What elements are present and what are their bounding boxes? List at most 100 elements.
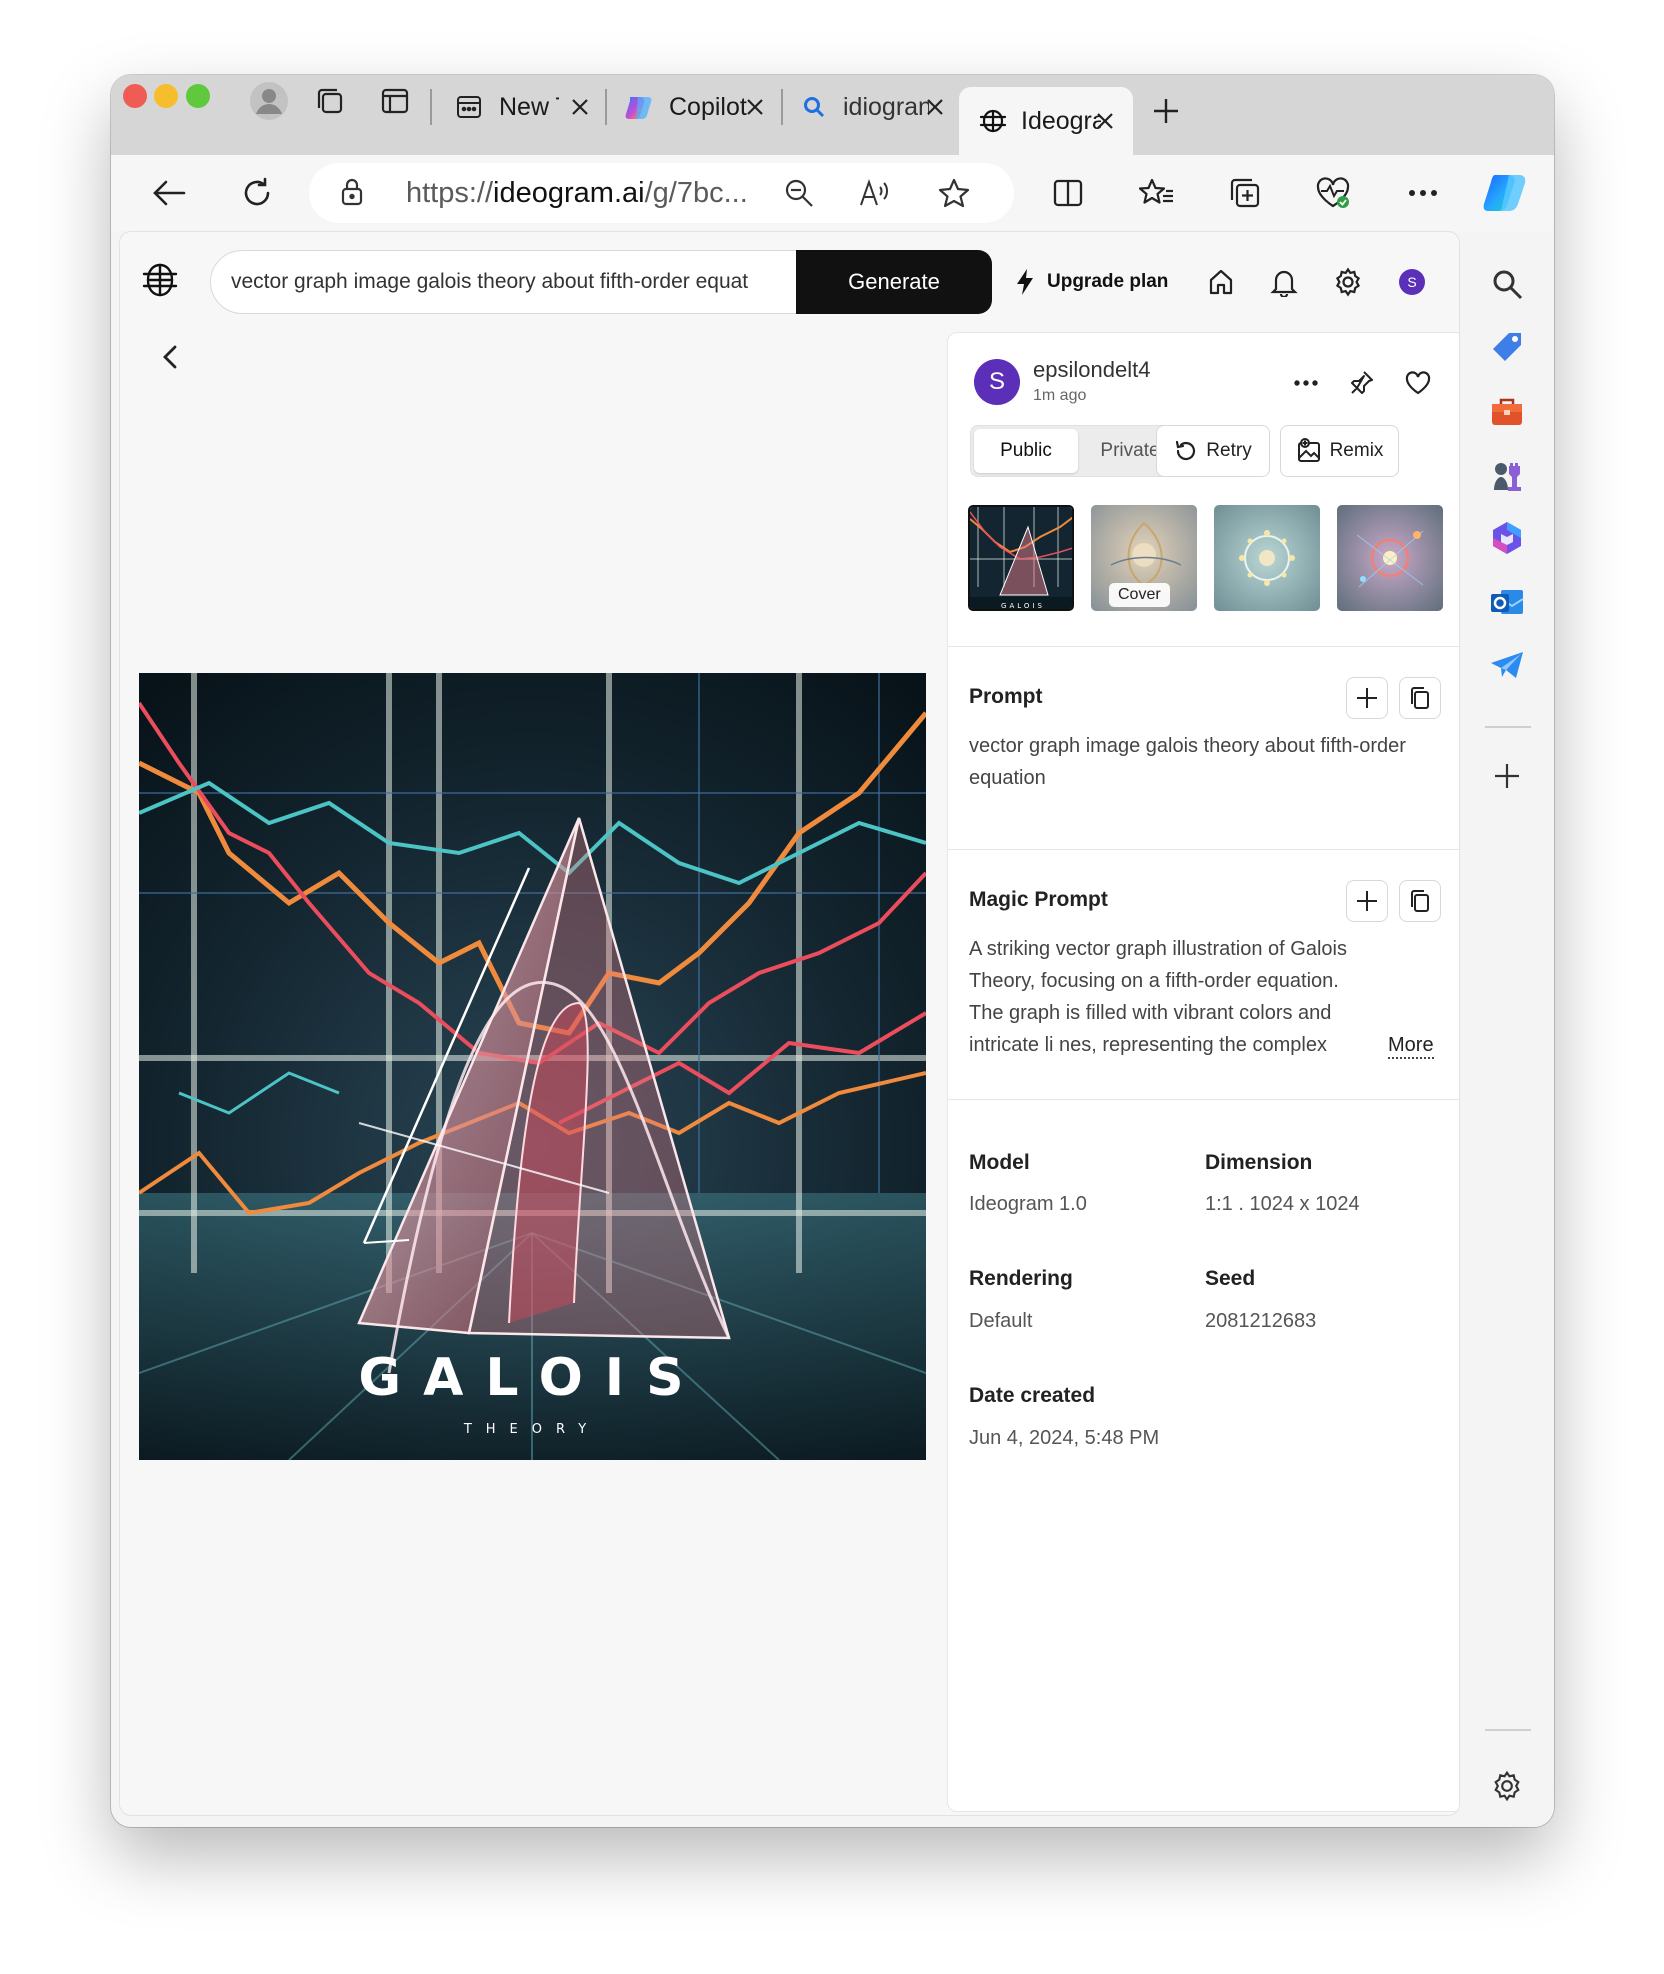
shopping-tag-icon[interactable]	[1484, 325, 1530, 371]
close-tab-icon[interactable]	[921, 93, 949, 121]
new-tab-icon	[453, 91, 485, 123]
new-tab-button[interactable]	[1144, 89, 1188, 133]
favorites-button[interactable]	[1131, 167, 1183, 219]
visibility-public-option[interactable]: Public	[974, 429, 1078, 473]
variation-thumbnail[interactable]: Cover	[1091, 505, 1197, 611]
tab-label: Ideogra	[1021, 106, 1101, 135]
more-options-icon[interactable]	[1286, 363, 1326, 403]
upgrade-plan-button[interactable]: Upgrade plan	[1015, 258, 1168, 306]
svg-text:GALOIS: GALOIS	[1001, 602, 1045, 610]
tab-new-tab[interactable]: New Ta	[439, 75, 604, 139]
browser-window: New Ta Copilot idiogran	[111, 75, 1554, 1827]
copy-prompt-icon[interactable]	[1399, 677, 1441, 719]
tools-briefcase-icon[interactable]	[1484, 389, 1530, 435]
copilot-sidebar-button[interactable]	[1477, 163, 1537, 223]
copy-magic-prompt-icon[interactable]	[1399, 880, 1441, 922]
notification-bell-icon[interactable]	[1262, 260, 1306, 304]
prompt-input[interactable]: vector graph image galois theory about f…	[210, 250, 796, 314]
retry-label: Retry	[1206, 440, 1252, 461]
user-avatar[interactable]: S	[1390, 260, 1434, 304]
creator-avatar[interactable]: S	[974, 359, 1020, 405]
generated-image[interactable]: GALOIS THEORY	[139, 673, 926, 1460]
search-icon	[799, 92, 829, 122]
generate-button[interactable]: Generate	[796, 250, 992, 314]
read-aloud-icon[interactable]	[857, 175, 893, 211]
settings-more-button[interactable]	[1397, 167, 1449, 219]
copilot-icon	[623, 91, 655, 123]
date-created-label: Date created	[969, 1384, 1096, 1407]
games-chess-icon[interactable]	[1484, 452, 1530, 498]
variation-thumbnail[interactable]: GALOIS	[968, 505, 1074, 611]
retry-button[interactable]: Retry	[1156, 425, 1270, 477]
settings-gear-icon[interactable]	[1326, 260, 1370, 304]
collections-icon[interactable]	[308, 79, 352, 123]
tab-label: idiogran	[843, 92, 929, 121]
minimize-window-button[interactable]	[154, 84, 178, 108]
close-window-button[interactable]	[123, 84, 147, 108]
rendering-value: Default	[969, 1310, 1033, 1332]
back-chevron-icon[interactable]	[150, 337, 190, 377]
rendering-label: Rendering	[969, 1267, 1073, 1290]
magic-prompt-text: A striking vector graph illustration of …	[969, 938, 1347, 1056]
tab-search[interactable]: idiogran	[783, 75, 951, 139]
microsoft-365-icon[interactable]	[1484, 515, 1530, 561]
prompt-section-title: Prompt	[969, 685, 1043, 708]
collections-button[interactable]	[1219, 167, 1271, 219]
created-time: 1m ago	[1033, 387, 1087, 404]
sidebar-settings-icon[interactable]	[1484, 1763, 1530, 1809]
variation-thumbnail[interactable]	[1214, 505, 1320, 611]
outlook-icon[interactable]	[1484, 579, 1530, 625]
zoom-out-icon[interactable]	[781, 175, 817, 211]
add-sidebar-app-button[interactable]	[1484, 753, 1530, 799]
variation-thumbnail[interactable]	[1337, 505, 1443, 611]
seed-label: Seed	[1205, 1267, 1256, 1290]
url-path: /g/7bc...	[644, 177, 748, 209]
tab-actions-icon[interactable]	[373, 79, 417, 123]
refresh-button[interactable]	[231, 167, 283, 219]
tab-copilot[interactable]: Copilot	[607, 75, 779, 139]
image-details-panel: S epsilondelt4 1m ago Public Private Ret…	[947, 332, 1459, 1812]
edge-sidebar	[1463, 231, 1554, 1827]
upgrade-plan-label: Upgrade plan	[1047, 271, 1169, 292]
ideogram-page: vector graph image galois theory about f…	[119, 231, 1460, 1816]
remix-label: Remix	[1329, 440, 1384, 461]
ideogram-logo-icon[interactable]	[138, 258, 182, 302]
lock-icon[interactable]	[337, 176, 367, 208]
tab-ideogram[interactable]: Ideogra	[959, 87, 1133, 155]
address-bar[interactable]: https://ideogram.ai/g/7bc...	[309, 163, 1014, 223]
send-telegram-icon[interactable]	[1484, 642, 1530, 688]
remix-icon	[1296, 438, 1322, 464]
url-text[interactable]: https://ideogram.ai/g/7bc...	[406, 177, 748, 210]
add-magic-prompt-button[interactable]	[1346, 880, 1388, 922]
browser-essentials-button[interactable]	[1307, 167, 1359, 219]
url-domain: ideogram.ai	[493, 177, 645, 209]
more-link[interactable]: More	[1388, 1033, 1434, 1059]
close-tab-icon[interactable]	[566, 93, 594, 121]
model-label: Model	[969, 1151, 1030, 1174]
favorite-star-icon[interactable]	[936, 175, 972, 211]
home-icon[interactable]	[1199, 260, 1243, 304]
pin-icon[interactable]	[1341, 363, 1381, 403]
magic-prompt-section-title: Magic Prompt	[969, 888, 1108, 911]
tab-bar: New Ta Copilot idiogran	[111, 75, 1554, 155]
back-button[interactable]	[143, 167, 195, 219]
url-prefix: https://	[406, 177, 494, 209]
remix-button[interactable]: Remix	[1280, 425, 1399, 477]
dimension-value: 1:1 . 1024 x 1024	[1205, 1193, 1360, 1215]
close-tab-icon[interactable]	[1091, 107, 1119, 135]
avatar-initial: S	[1399, 269, 1425, 295]
cover-badge: Cover	[1109, 583, 1170, 607]
like-heart-icon[interactable]	[1398, 363, 1438, 403]
image-subtitle-text: THEORY	[463, 1422, 600, 1437]
model-value: Ideogram 1.0	[969, 1193, 1087, 1215]
maximize-window-button[interactable]	[186, 84, 210, 108]
close-tab-icon[interactable]	[741, 93, 769, 121]
search-icon[interactable]	[1484, 261, 1530, 307]
ideogram-logo-icon	[977, 105, 1009, 137]
retry-icon	[1174, 439, 1198, 463]
dimension-label: Dimension	[1205, 1151, 1313, 1174]
split-screen-button[interactable]	[1042, 167, 1094, 219]
add-prompt-button[interactable]	[1346, 677, 1388, 719]
profile-icon[interactable]	[247, 79, 291, 123]
creator-username[interactable]: epsilondelt4	[1033, 357, 1150, 383]
